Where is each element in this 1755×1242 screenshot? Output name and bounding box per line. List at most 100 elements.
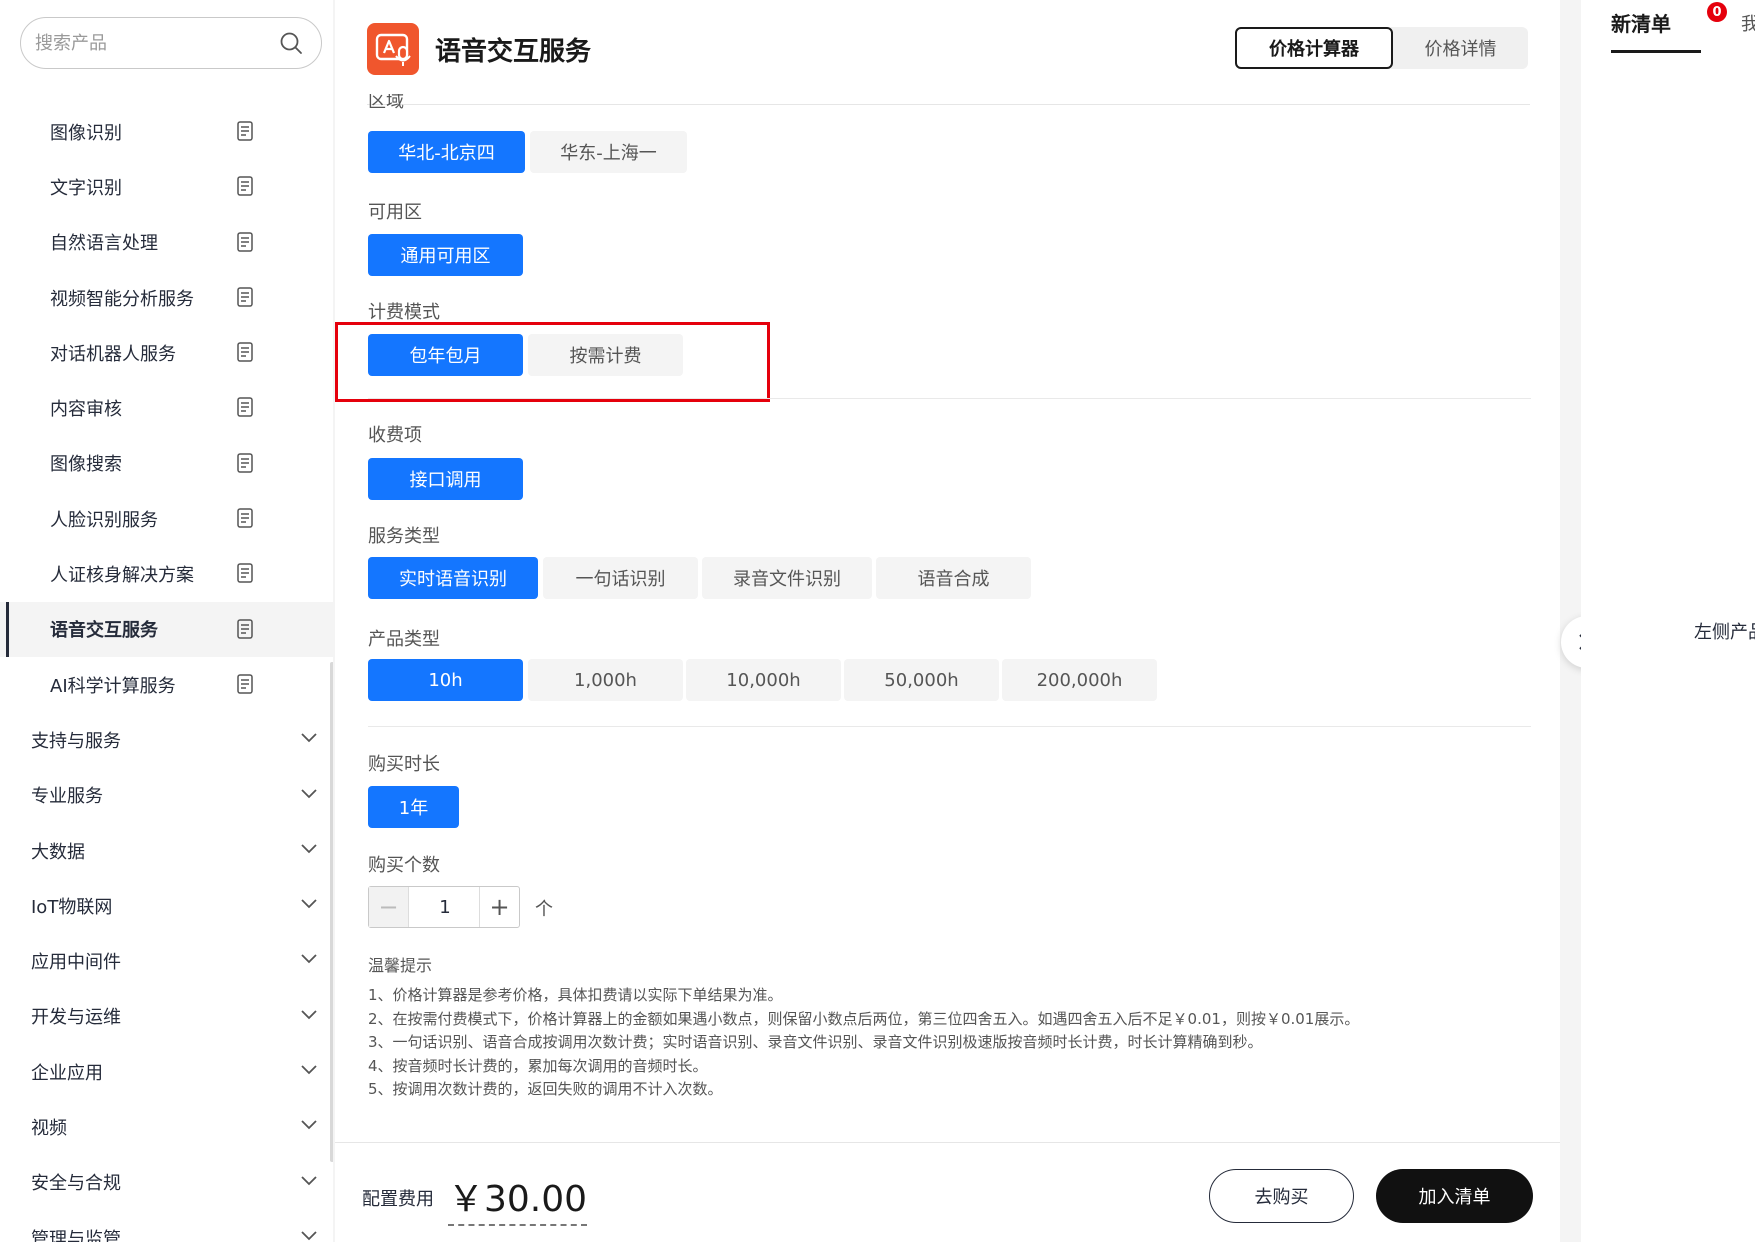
sidebar-item-video-analysis[interactable]: 视频智能分析服务 [0, 270, 333, 325]
buy-button[interactable]: 去购买 [1209, 1169, 1354, 1223]
sidebar-category-label: 开发与运维 [31, 1007, 121, 1029]
sidebar-scrollbar[interactable] [330, 662, 333, 1162]
sidebar-item-face-recognition[interactable]: 人脸识别服务 [0, 491, 333, 546]
sidebar-category-devops[interactable]: 开发与运维 [0, 989, 333, 1044]
service-option-sentence-asr[interactable]: 一句话识别 [543, 557, 698, 599]
zone-option-general[interactable]: 通用可用区 [368, 234, 523, 276]
sidebar-item-image-recognition[interactable]: 图像识别 [0, 104, 333, 159]
section-divider [368, 398, 1531, 399]
search-input[interactable] [35, 28, 275, 58]
chevron-down-icon [301, 1176, 317, 1185]
sidebar-category-security[interactable]: 安全与合规 [0, 1155, 333, 1210]
billing-option-pay-per-use[interactable]: 按需计费 [528, 334, 683, 376]
document-icon[interactable] [236, 508, 254, 528]
document-icon[interactable] [236, 453, 254, 473]
document-icon[interactable] [236, 563, 254, 584]
document-icon[interactable] [236, 287, 254, 307]
sidebar-category-label: 支持与服务 [31, 730, 121, 752]
sidebar-category-label: 安全与合规 [31, 1173, 121, 1195]
tip-item: 5、按调用次数计费的，返回失败的调用不计入次数。 [368, 1080, 723, 1098]
billing-option-monthly-yearly[interactable]: 包年包月 [368, 334, 523, 376]
sidebar-item-speech-interaction[interactable]: 语音交互服务 [0, 601, 333, 658]
product-option-10000h[interactable]: 10,000h [686, 659, 841, 701]
sidebar-item-moderation[interactable]: 内容审核 [0, 380, 333, 435]
sidebar-category-label: 专业服务 [31, 786, 103, 808]
quantity-minus-button[interactable]: − [369, 887, 409, 927]
document-icon[interactable] [236, 342, 254, 362]
tip-item: 4、按音频时长计费的，累加每次调用的音频时长。 [368, 1056, 708, 1075]
product-option-10h[interactable]: 10h [368, 659, 523, 701]
sidebar-category-video[interactable]: 视频 [0, 1099, 333, 1154]
speech-icon [375, 33, 411, 66]
tips-title: 温馨提示 [368, 956, 433, 975]
region-label: 区域 [368, 94, 404, 112]
document-icon[interactable] [236, 121, 254, 141]
config-fee-label: 配置费用 [362, 1189, 434, 1210]
sidebar-item-identity-verification[interactable]: 人证核身解决方案 [0, 546, 333, 601]
sidebar-item-image-search[interactable]: 图像搜索 [0, 436, 333, 491]
service-option-file-asr[interactable]: 录音文件识别 [702, 557, 872, 599]
sidebar-category-support[interactable]: 支持与服务 [0, 712, 333, 767]
region-option-shanghai1[interactable]: 华东-上海一 [530, 131, 687, 173]
service-option-tts[interactable]: 语音合成 [876, 557, 1031, 599]
chevron-down-icon [301, 1120, 317, 1130]
section-divider [368, 726, 1531, 727]
empty-list-hint: 左侧产品 [1694, 622, 1755, 643]
document-icon[interactable] [236, 397, 254, 418]
quantity-stepper: − + [368, 886, 520, 928]
document-icon[interactable] [236, 618, 254, 639]
page-title: 语音交互服务 [435, 37, 592, 67]
service-option-realtime-asr[interactable]: 实时语音识别 [368, 557, 538, 599]
sidebar-item-label: 图像搜索 [50, 454, 122, 476]
duration-option-1-year[interactable]: 1年 [368, 786, 459, 828]
sidebar-item-chatbot[interactable]: 对话机器人服务 [0, 325, 333, 380]
duration-label: 购买时长 [368, 754, 440, 775]
speech-service-logo [367, 23, 419, 75]
add-to-list-button[interactable]: 加入清单 [1376, 1169, 1533, 1223]
sidebar-category-middleware[interactable]: 应用中间件 [0, 933, 333, 988]
sidebar-category-enterprise-apps[interactable]: 企业应用 [0, 1044, 333, 1099]
product-option-1000h[interactable]: 1,000h [528, 659, 683, 701]
quantity-plus-button[interactable]: + [479, 887, 519, 927]
sidebar-item-label: 人证核身解决方案 [50, 565, 194, 587]
tip-item: 1、价格计算器是参考价格，具体扣费请以实际下单结果为准。 [368, 986, 783, 1004]
sidebar-item-nlp[interactable]: 自然语言处理 [0, 215, 333, 270]
sidebar-item-ocr[interactable]: 文字识别 [0, 159, 333, 214]
tab-new-list[interactable]: 新清单 [1611, 8, 1671, 37]
product-option-50000h[interactable]: 50,000h [844, 659, 999, 701]
sidebar-item-ai-scientific-computing[interactable]: AI科学计算服务 [0, 657, 333, 712]
sidebar-category-label: 大数据 [31, 841, 85, 863]
document-icon[interactable] [236, 176, 254, 197]
charge-option-api-call[interactable]: 接口调用 [368, 458, 523, 500]
document-icon[interactable] [236, 674, 254, 694]
tip-item: 2、在按需付费模式下，价格计算器上的金额如果遇小数点，则保留小数点后两位，第三位… [368, 1009, 1360, 1028]
tab-price-details[interactable]: 价格详情 [1393, 27, 1528, 69]
quantity-input[interactable] [410, 887, 480, 927]
document-icon[interactable] [236, 231, 254, 252]
sidebar-category-big-data[interactable]: 大数据 [0, 823, 333, 878]
chevron-down-icon [301, 788, 317, 798]
region-option-beijing4[interactable]: 华北-北京四 [368, 131, 525, 173]
sidebar-category-iot[interactable]: IoT物联网 [0, 878, 333, 933]
sidebar-category-management[interactable]: 管理与监管 [0, 1210, 333, 1242]
tab-my-list[interactable]: 我 [1741, 10, 1755, 36]
quantity-label: 购买个数 [368, 855, 440, 876]
search-icon[interactable] [279, 31, 303, 55]
sidebar-item-label: 语音交互服务 [50, 620, 158, 642]
sidebar-category-label: 应用中间件 [31, 952, 121, 974]
zone-label: 可用区 [368, 202, 422, 223]
billing-mode-label: 计费模式 [368, 302, 440, 323]
tab-underline [1611, 50, 1701, 53]
tip-item: 3、一句话识别、语音合成按调用次数计费；实时语音识别、录音文件识别、录音文件识别… [368, 1033, 1263, 1051]
tab-price-calculator[interactable]: 价格计算器 [1235, 27, 1393, 69]
sidebar-item-label: 文字识别 [50, 177, 122, 199]
search-box[interactable] [20, 17, 322, 69]
list-count-badge: 0 [1707, 2, 1727, 22]
sidebar-category-professional-services[interactable]: 专业服务 [0, 768, 333, 823]
sidebar: 图像识别 文字识别 自然语言处理 视频智能分析服务 对话机器人服务 内容审核 图… [0, 0, 333, 1242]
product-option-200000h[interactable]: 200,000h [1002, 659, 1157, 701]
sidebar-item-label: AI科学计算服务 [50, 675, 176, 697]
sidebar-category-label: 视频 [31, 1117, 67, 1139]
sidebar-item-label: 图像识别 [50, 122, 122, 144]
sidebar-item-label: 对话机器人服务 [50, 343, 176, 365]
